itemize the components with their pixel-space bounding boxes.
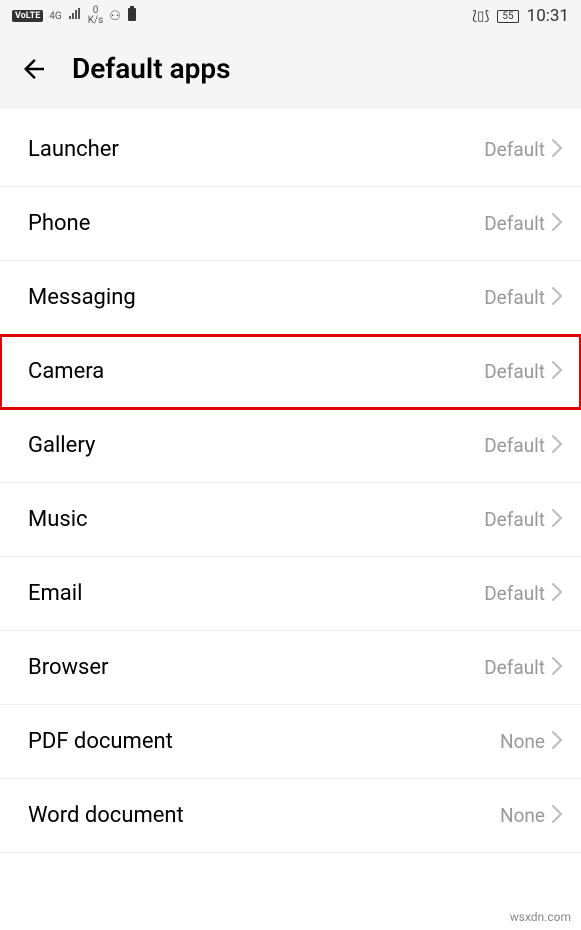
item-value: Default [484, 656, 545, 679]
item-value: None [500, 730, 545, 753]
network-speed: 0 K/s [88, 6, 104, 26]
item-value: Default [484, 582, 545, 605]
status-bar: VoLTE 4G 0 K/s ⚇ ⟅▯⟆ 55 10:31 [0, 0, 581, 32]
chevron-right-icon [551, 212, 563, 236]
chevron-right-icon [551, 730, 563, 754]
list-item-word-document[interactable]: Word document None [0, 779, 581, 853]
item-value-wrap: Default [484, 212, 563, 236]
network-type: 4G [49, 11, 61, 22]
item-label: Camera [28, 359, 104, 384]
list-item-email[interactable]: Email Default [0, 557, 581, 631]
signal-icon [68, 8, 82, 24]
item-label: Messaging [28, 285, 136, 310]
item-label: Gallery [28, 433, 95, 458]
page-title: Default apps [72, 52, 231, 85]
list-item-camera[interactable]: Camera Default [0, 335, 581, 409]
item-value-wrap: None [500, 804, 563, 828]
list-item-music[interactable]: Music Default [0, 483, 581, 557]
default-apps-list: Launcher Default Phone Default Messaging Defa… [0, 109, 581, 853]
back-arrow-icon [19, 54, 49, 84]
item-value: Default [484, 360, 545, 383]
chevron-right-icon [551, 360, 563, 384]
back-button[interactable] [18, 53, 50, 85]
list-item-gallery[interactable]: Gallery Default [0, 409, 581, 483]
page-header: Default apps [0, 32, 581, 109]
chevron-right-icon [551, 434, 563, 458]
item-value-wrap: Default [484, 138, 563, 162]
item-label: Browser [28, 655, 109, 680]
chevron-right-icon [551, 582, 563, 606]
item-value: Default [484, 212, 545, 235]
list-item-messaging[interactable]: Messaging Default [0, 261, 581, 335]
clock: 10:31 [527, 6, 569, 26]
item-label: Phone [28, 211, 90, 236]
item-value: Default [484, 434, 545, 457]
list-item-launcher[interactable]: Launcher Default [0, 109, 581, 187]
list-item-browser[interactable]: Browser Default [0, 631, 581, 705]
item-value-wrap: Default [484, 286, 563, 310]
watermark: wsxdn.com [510, 910, 571, 924]
item-value-wrap: Default [484, 360, 563, 384]
item-value-wrap: Default [484, 582, 563, 606]
status-left: VoLTE 4G 0 K/s ⚇ [12, 6, 137, 26]
vibrate-icon: ⟅▯⟆ [472, 9, 489, 24]
status-right: ⟅▯⟆ 55 10:31 [472, 6, 569, 26]
chevron-right-icon [551, 656, 563, 680]
item-value: Default [484, 138, 545, 161]
battery-indicator: 55 [497, 10, 518, 23]
list-item-phone[interactable]: Phone Default [0, 187, 581, 261]
chevron-right-icon [551, 286, 563, 310]
chevron-right-icon [551, 804, 563, 828]
item-value-wrap: Default [484, 656, 563, 680]
item-label: Music [28, 507, 88, 532]
list-item-pdf-document[interactable]: PDF document None [0, 705, 581, 779]
item-label: Launcher [28, 137, 119, 162]
chevron-right-icon [551, 138, 563, 162]
item-label: PDF document [28, 729, 173, 754]
volte-badge: VoLTE [12, 10, 43, 22]
item-label: Word document [28, 803, 184, 828]
bluetooth-icon: ⚇ [109, 9, 121, 24]
item-value-wrap: Default [484, 434, 563, 458]
item-value: Default [484, 286, 545, 309]
battery-small-icon [127, 6, 137, 26]
item-value-wrap: None [500, 730, 563, 754]
item-value: Default [484, 508, 545, 531]
item-value-wrap: Default [484, 508, 563, 532]
item-value: None [500, 804, 545, 827]
chevron-right-icon [551, 508, 563, 532]
item-label: Email [28, 581, 82, 606]
